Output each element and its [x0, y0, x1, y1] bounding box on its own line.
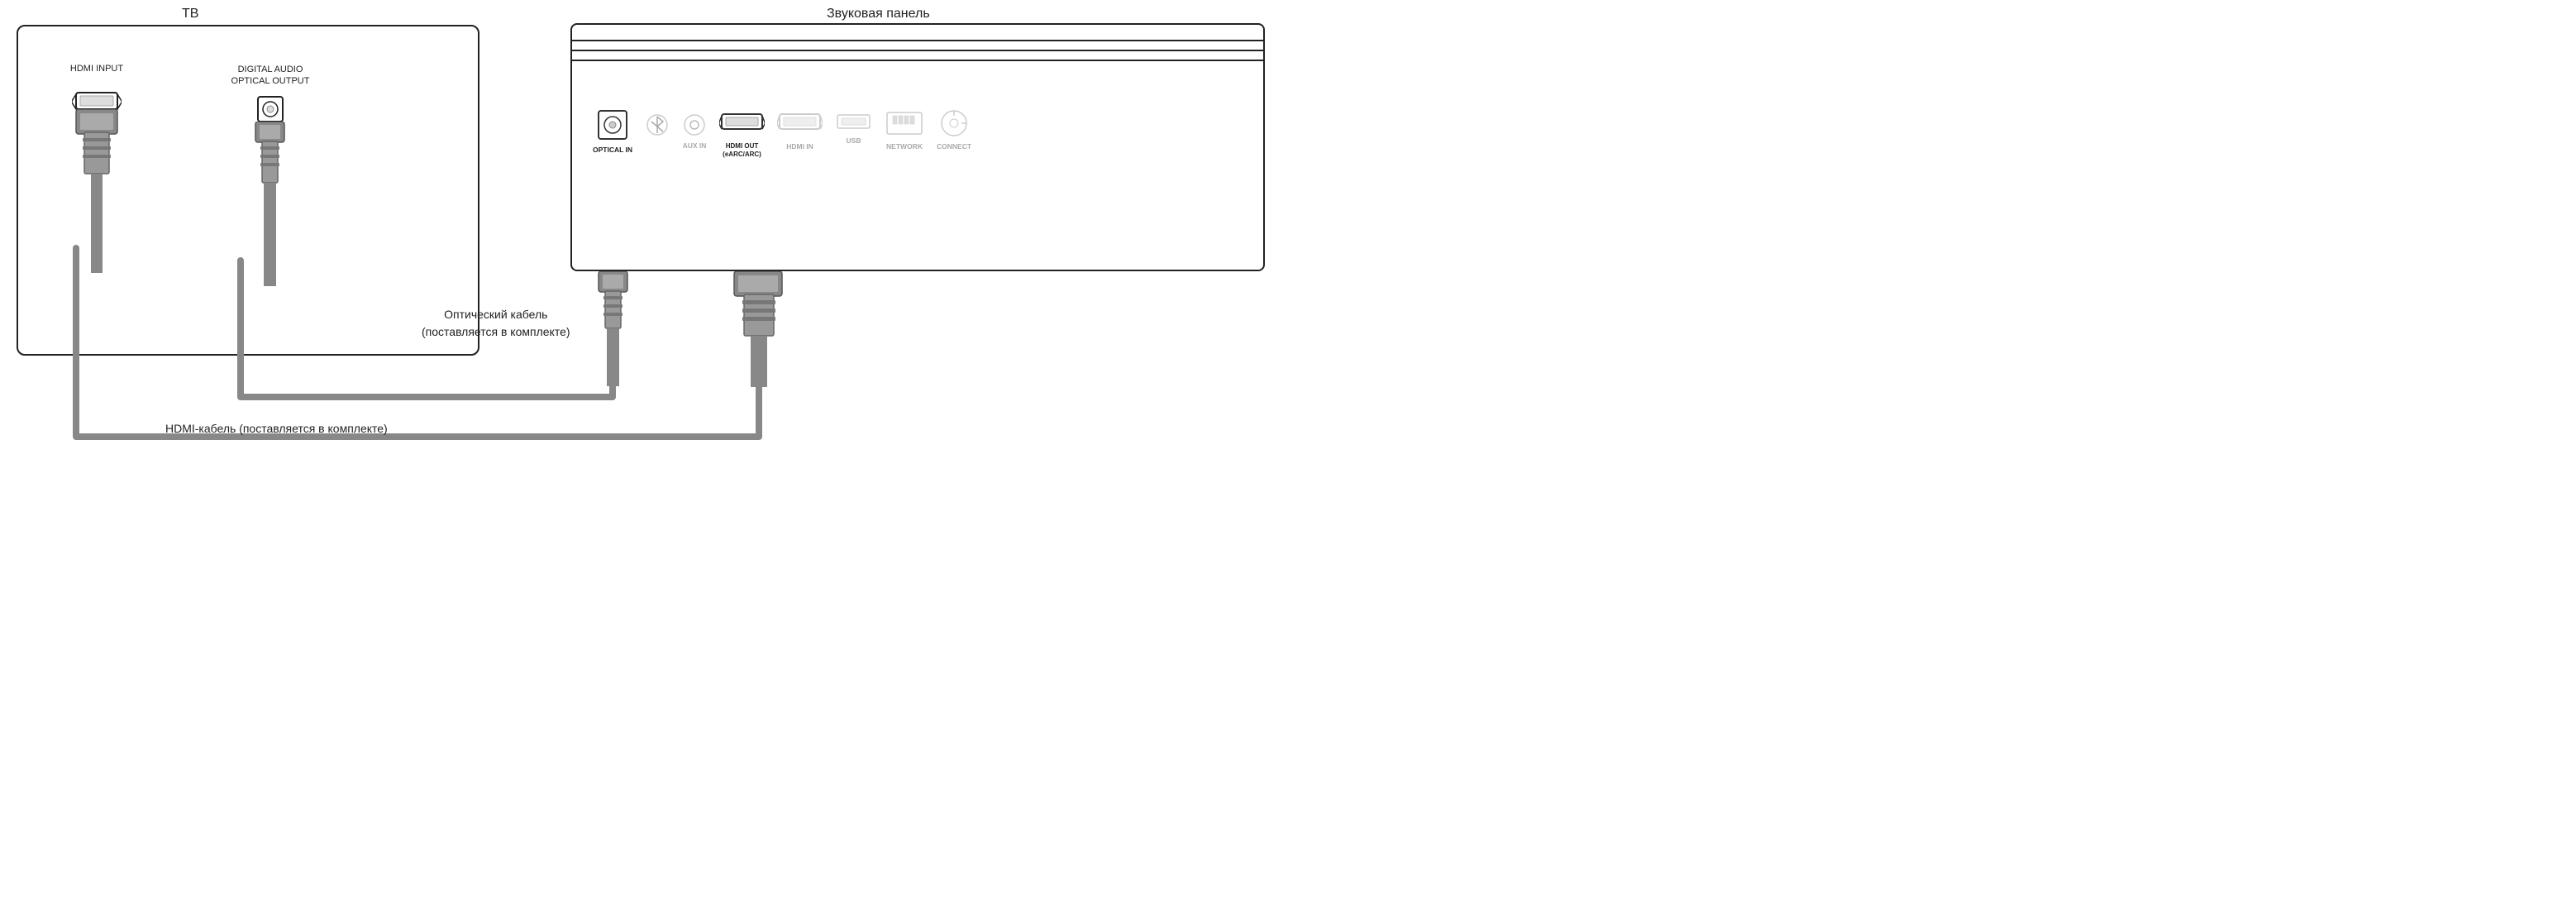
connector-hdmi-in: HDMI IN [777, 108, 823, 151]
connector-optical-in: OPTICAL IN [593, 108, 632, 154]
hdmi-cable-label: HDMI-кабель (поставляется в комплекте) [165, 422, 388, 435]
optical-output-label: DIGITAL AUDIOOPTICAL OUTPUT [217, 64, 324, 88]
optical-plug-soundbar [590, 271, 636, 387]
tv-label: ТВ [182, 7, 198, 22]
hdmi-out-label: HDMI OUT(eARC/ARC) [723, 142, 761, 158]
connector-connect: CONNECT [937, 108, 971, 151]
connector-aux-in: AUX IN [682, 112, 707, 150]
network-label: NETWORK [886, 142, 923, 151]
connector-bluetooth [645, 112, 670, 141]
usb-label: USB [847, 136, 861, 145]
hdmi-plug-soundbar [726, 271, 792, 387]
aux-in-label: AUX IN [683, 141, 707, 150]
hdmi-plug-tv [64, 109, 130, 275]
connect-label: CONNECT [937, 142, 971, 151]
optical-output-port [254, 93, 287, 126]
optical-plug-tv [247, 122, 293, 287]
hdmi-input-label: HDMI INPUT [64, 64, 130, 74]
tv-box: HDMI INPUT DIGITAL AUDIOOPTICAL OUTPUT [17, 25, 479, 356]
connectors-row: OPTICAL IN AUX IN [593, 108, 971, 158]
soundbar-label: Звуковая панель [827, 7, 930, 22]
soundbar-body: OPTICAL IN AUX IN [570, 23, 1265, 271]
optical-in-label: OPTICAL IN [593, 146, 632, 154]
optical-cable-label: Оптический кабель (поставляется в компле… [422, 306, 570, 341]
connector-usb: USB [835, 110, 872, 145]
connector-hdmi-out: HDMI OUT(eARC/ARC) [719, 108, 765, 158]
connector-network: NETWORK [885, 108, 924, 151]
hdmi-in-label: HDMI IN [786, 142, 813, 151]
